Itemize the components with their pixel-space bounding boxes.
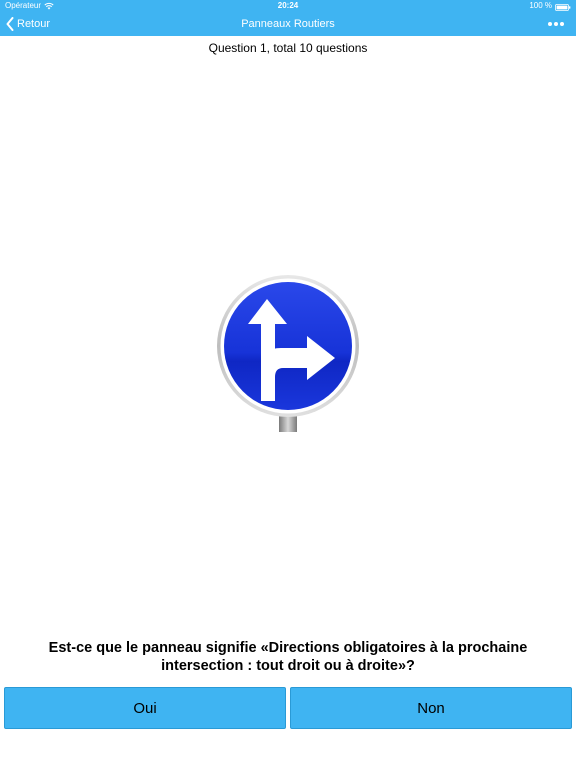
nav-bar: Retour Panneaux Routiers bbox=[0, 12, 576, 36]
battery-icon bbox=[555, 3, 571, 11]
yes-button[interactable]: Oui bbox=[4, 687, 286, 729]
question-text: Est-ce que le panneau signifie «Directio… bbox=[48, 640, 528, 674]
more-options-button[interactable] bbox=[546, 16, 566, 32]
question-progress: Question 1, total 10 questions bbox=[208, 41, 368, 55]
status-time: 20:24 bbox=[277, 1, 299, 10]
mandatory-straight-or-right-sign-icon bbox=[217, 275, 359, 432]
battery-percent: 100 % bbox=[529, 1, 552, 10]
app-header: Opérateur 20:24 100 % Retour Panneaux Ro… bbox=[0, 0, 576, 36]
ellipsis-icon bbox=[546, 19, 566, 36]
status-right: 100 % bbox=[529, 0, 571, 12]
status-bar: Opérateur 20:24 100 % bbox=[0, 0, 576, 12]
no-button[interactable]: Non bbox=[290, 687, 572, 729]
road-sign-image bbox=[213, 272, 363, 434]
page-title: Panneaux Routiers bbox=[241, 18, 335, 30]
